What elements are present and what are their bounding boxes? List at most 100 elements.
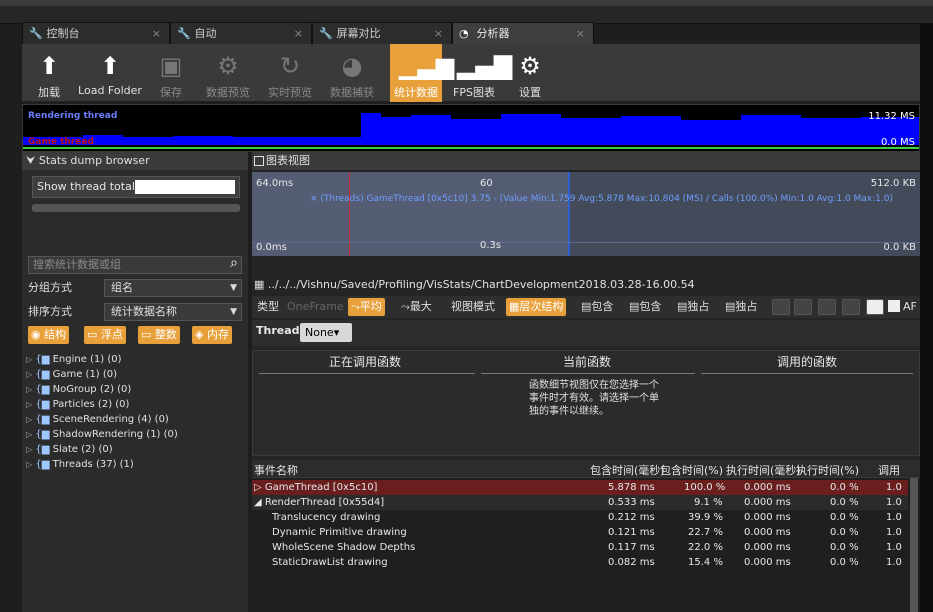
chevron-down-icon: ▼ xyxy=(230,307,237,317)
expand-arrow-icon[interactable]: ▷ xyxy=(26,355,32,364)
tree-item[interactable]: ▷ {▆ SceneRendering (4) (0) xyxy=(26,412,246,427)
rendering-thread-value: 11.32 MS xyxy=(868,111,915,122)
col-calls[interactable]: 调用 xyxy=(878,462,900,478)
graph-top-mid: 60 xyxy=(480,178,493,189)
af-checkbox[interactable] xyxy=(888,300,900,312)
thread-timeline-graph[interactable]: Rendering thread Game thread 11.32 MS 0.… xyxy=(22,104,920,152)
expand-arrow-icon[interactable]: ▷ xyxy=(26,400,32,409)
expand-arrow-icon[interactable]: ▷ xyxy=(26,370,32,379)
tree-item[interactable]: ▷ {▆ NoGroup (2) (0) xyxy=(26,382,246,397)
expand-arrow-icon[interactable]: ▷ xyxy=(26,385,32,394)
horizontal-scrollbar[interactable] xyxy=(32,204,240,212)
table-row[interactable]: Translucency drawing 0.212 ms 39.9 % 0.0… xyxy=(252,510,908,525)
group-icon: {▆ xyxy=(35,369,50,380)
expand-arrow-icon[interactable]: ▷ xyxy=(26,460,32,469)
tab-profiler[interactable]: ◔ 分析器 × xyxy=(452,22,594,44)
filter-dropdown-icon[interactable] xyxy=(818,299,836,315)
table-row[interactable]: ◢ RenderThread [0x55d4] 0.533 ms 9.1 % 0… xyxy=(252,495,908,510)
thread-filter-bar: Thread None▾ xyxy=(252,320,920,346)
exclusive-button-2[interactable]: ▤独占 xyxy=(722,298,760,316)
event-table-header: 事件名称 包含时间(毫秒) 包含时间(%) 执行时间(毫秒) 执行时间(%) 调… xyxy=(252,460,920,478)
data-capture-button[interactable]: ◕ 数据捕获 xyxy=(324,44,380,102)
toggle-float[interactable]: ▭ 浮点 xyxy=(84,326,126,344)
expand-arrow-icon[interactable]: ▷ xyxy=(26,430,32,439)
close-icon[interactable]: × xyxy=(434,23,443,44)
tab-screen-comparison[interactable]: 🔧 屏幕对比 × xyxy=(312,22,452,44)
frame-marker xyxy=(349,172,350,256)
divider xyxy=(701,373,913,374)
toggle-int[interactable]: ▭ 整数 xyxy=(138,326,180,344)
collapse-all-icon[interactable] xyxy=(794,299,812,315)
group-by-select[interactable]: 组名 ▼ xyxy=(104,279,242,297)
sort-by-select[interactable]: 统计数据名称 ▼ xyxy=(104,303,242,321)
table-row[interactable]: ▷ GameThread [0x5c10] 5.878 ms 100.0 % 0… xyxy=(252,480,908,495)
vertical-scrollbar[interactable] xyxy=(910,478,918,612)
group-icon: {▆ xyxy=(35,414,50,425)
range-end-marker[interactable] xyxy=(568,172,570,256)
table-row[interactable]: Dynamic Primitive drawing 0.121 ms 22.7 … xyxy=(252,525,908,540)
expand-arrow-icon[interactable]: ▷ xyxy=(26,445,32,454)
col-inclusive-pct[interactable]: 包含时间(%) xyxy=(660,462,723,478)
save-button[interactable]: ▣ 保存 xyxy=(150,44,192,102)
graph-view-header: 图表视图 xyxy=(252,152,920,170)
one-frame-button[interactable]: OneFrame xyxy=(284,298,347,316)
tree-item[interactable]: ▷ {▆ Particles (2) (0) xyxy=(26,397,246,412)
thread-select[interactable]: None▾ xyxy=(300,323,352,342)
close-icon[interactable]: × xyxy=(576,23,585,44)
expand-arrow-icon[interactable]: ▷ xyxy=(26,415,32,424)
statistics-button[interactable]: ▁▃▆ 统计数据 xyxy=(390,44,454,102)
tree-item[interactable]: ▷ {▆ Engine (1) (0) xyxy=(26,352,246,367)
inclusive-button-1[interactable]: ▤包含 xyxy=(578,298,616,316)
tree-item[interactable]: ▷ {▆ Game (1) (0) xyxy=(26,367,246,382)
toggle-hierarchy[interactable]: ◉ 结构 xyxy=(28,326,70,344)
col-exclusive-ms[interactable]: 执行时间(毫秒) xyxy=(726,462,801,478)
exclusive-button-1[interactable]: ▤独占 xyxy=(674,298,712,316)
culling-icon[interactable] xyxy=(842,299,860,315)
thread-totals-input[interactable] xyxy=(135,180,235,194)
graph-view[interactable]: 64.0ms 60 512.0 KB 0.0ms 0.3s 0.0 KB × (… xyxy=(252,172,920,256)
close-icon[interactable]: × xyxy=(294,23,303,44)
load-folder-button[interactable]: ⬆ Load Folder xyxy=(74,44,146,102)
average-button[interactable]: ⤳平均 xyxy=(348,298,385,316)
hierarchy-button[interactable]: ▦层次结构 xyxy=(506,298,567,316)
tree-item[interactable]: ▷ {▆ Threads (37) (1) xyxy=(26,457,246,472)
graph-view-icon xyxy=(254,156,264,166)
rendering-thread-label: Rendering thread xyxy=(28,111,118,121)
load-button[interactable]: ⬆ 加载 xyxy=(26,44,72,102)
expand-all-icon[interactable] xyxy=(772,299,790,315)
inclusive-button-2[interactable]: ▤包含 xyxy=(626,298,664,316)
tree-item[interactable]: ▷ {▆ ShadowRendering (1) (0) xyxy=(26,427,246,442)
left-edge xyxy=(0,24,22,612)
col-event-name[interactable]: 事件名称 xyxy=(254,462,298,478)
stats-browser-icon: ⮟ xyxy=(26,154,36,167)
data-preview-button[interactable]: ⚙ 数据预览 xyxy=(200,44,256,102)
graph-series-line xyxy=(252,242,920,243)
settings-button[interactable]: ⚙ 设置 xyxy=(508,44,552,102)
current-function-header: 当前函数 xyxy=(563,355,612,369)
toggle-memory[interactable]: ◈ 内存 xyxy=(192,326,232,344)
file-path: ▦ ../../../Vishnu/Saved/Profiling/VisSta… xyxy=(254,278,695,291)
stats-search-input[interactable]: 搜索统计数据或组 ⌕ xyxy=(28,255,242,274)
group-icon: {▆ xyxy=(35,399,50,410)
save-icon: ▣ xyxy=(159,52,183,80)
title-bar xyxy=(0,0,933,24)
tab-console[interactable]: 🔧 控制台 × xyxy=(22,22,170,44)
col-exclusive-pct[interactable]: 执行时间(%) xyxy=(796,462,859,478)
show-thread-totals-field[interactable]: Show thread totals f xyxy=(32,176,240,198)
close-icon[interactable]: × xyxy=(152,23,161,44)
function-details-message: 函数细节视图仅在您选择一个事件时才有效。请选择一个单独的事件以继续。 xyxy=(529,380,659,417)
live-preview-button[interactable]: ↻ 实时预览 xyxy=(262,44,318,102)
col-inclusive-ms[interactable]: 包含时间(毫秒) xyxy=(590,462,665,478)
group-icon: {▆ xyxy=(35,354,50,365)
table-row[interactable]: WholeScene Shadow Depths 0.117 ms 22.0 %… xyxy=(252,540,908,555)
selection-range xyxy=(252,172,568,256)
tree-item[interactable]: ▷ {▆ Slate (2) (0) xyxy=(26,442,246,457)
divider xyxy=(481,373,695,374)
search-icon[interactable] xyxy=(866,299,884,315)
maximum-button[interactable]: ⤳最大 xyxy=(398,298,435,316)
group-icon: {▆ xyxy=(35,459,50,470)
search-icon[interactable]: ⌕ xyxy=(230,255,238,271)
table-row[interactable]: StaticDrawList drawing 0.082 ms 15.4 % 0… xyxy=(252,555,908,570)
tab-automation[interactable]: 🔧 自动 × xyxy=(170,22,312,44)
fps-chart-button[interactable]: ▂▄▇ FPS图表 xyxy=(446,44,512,102)
